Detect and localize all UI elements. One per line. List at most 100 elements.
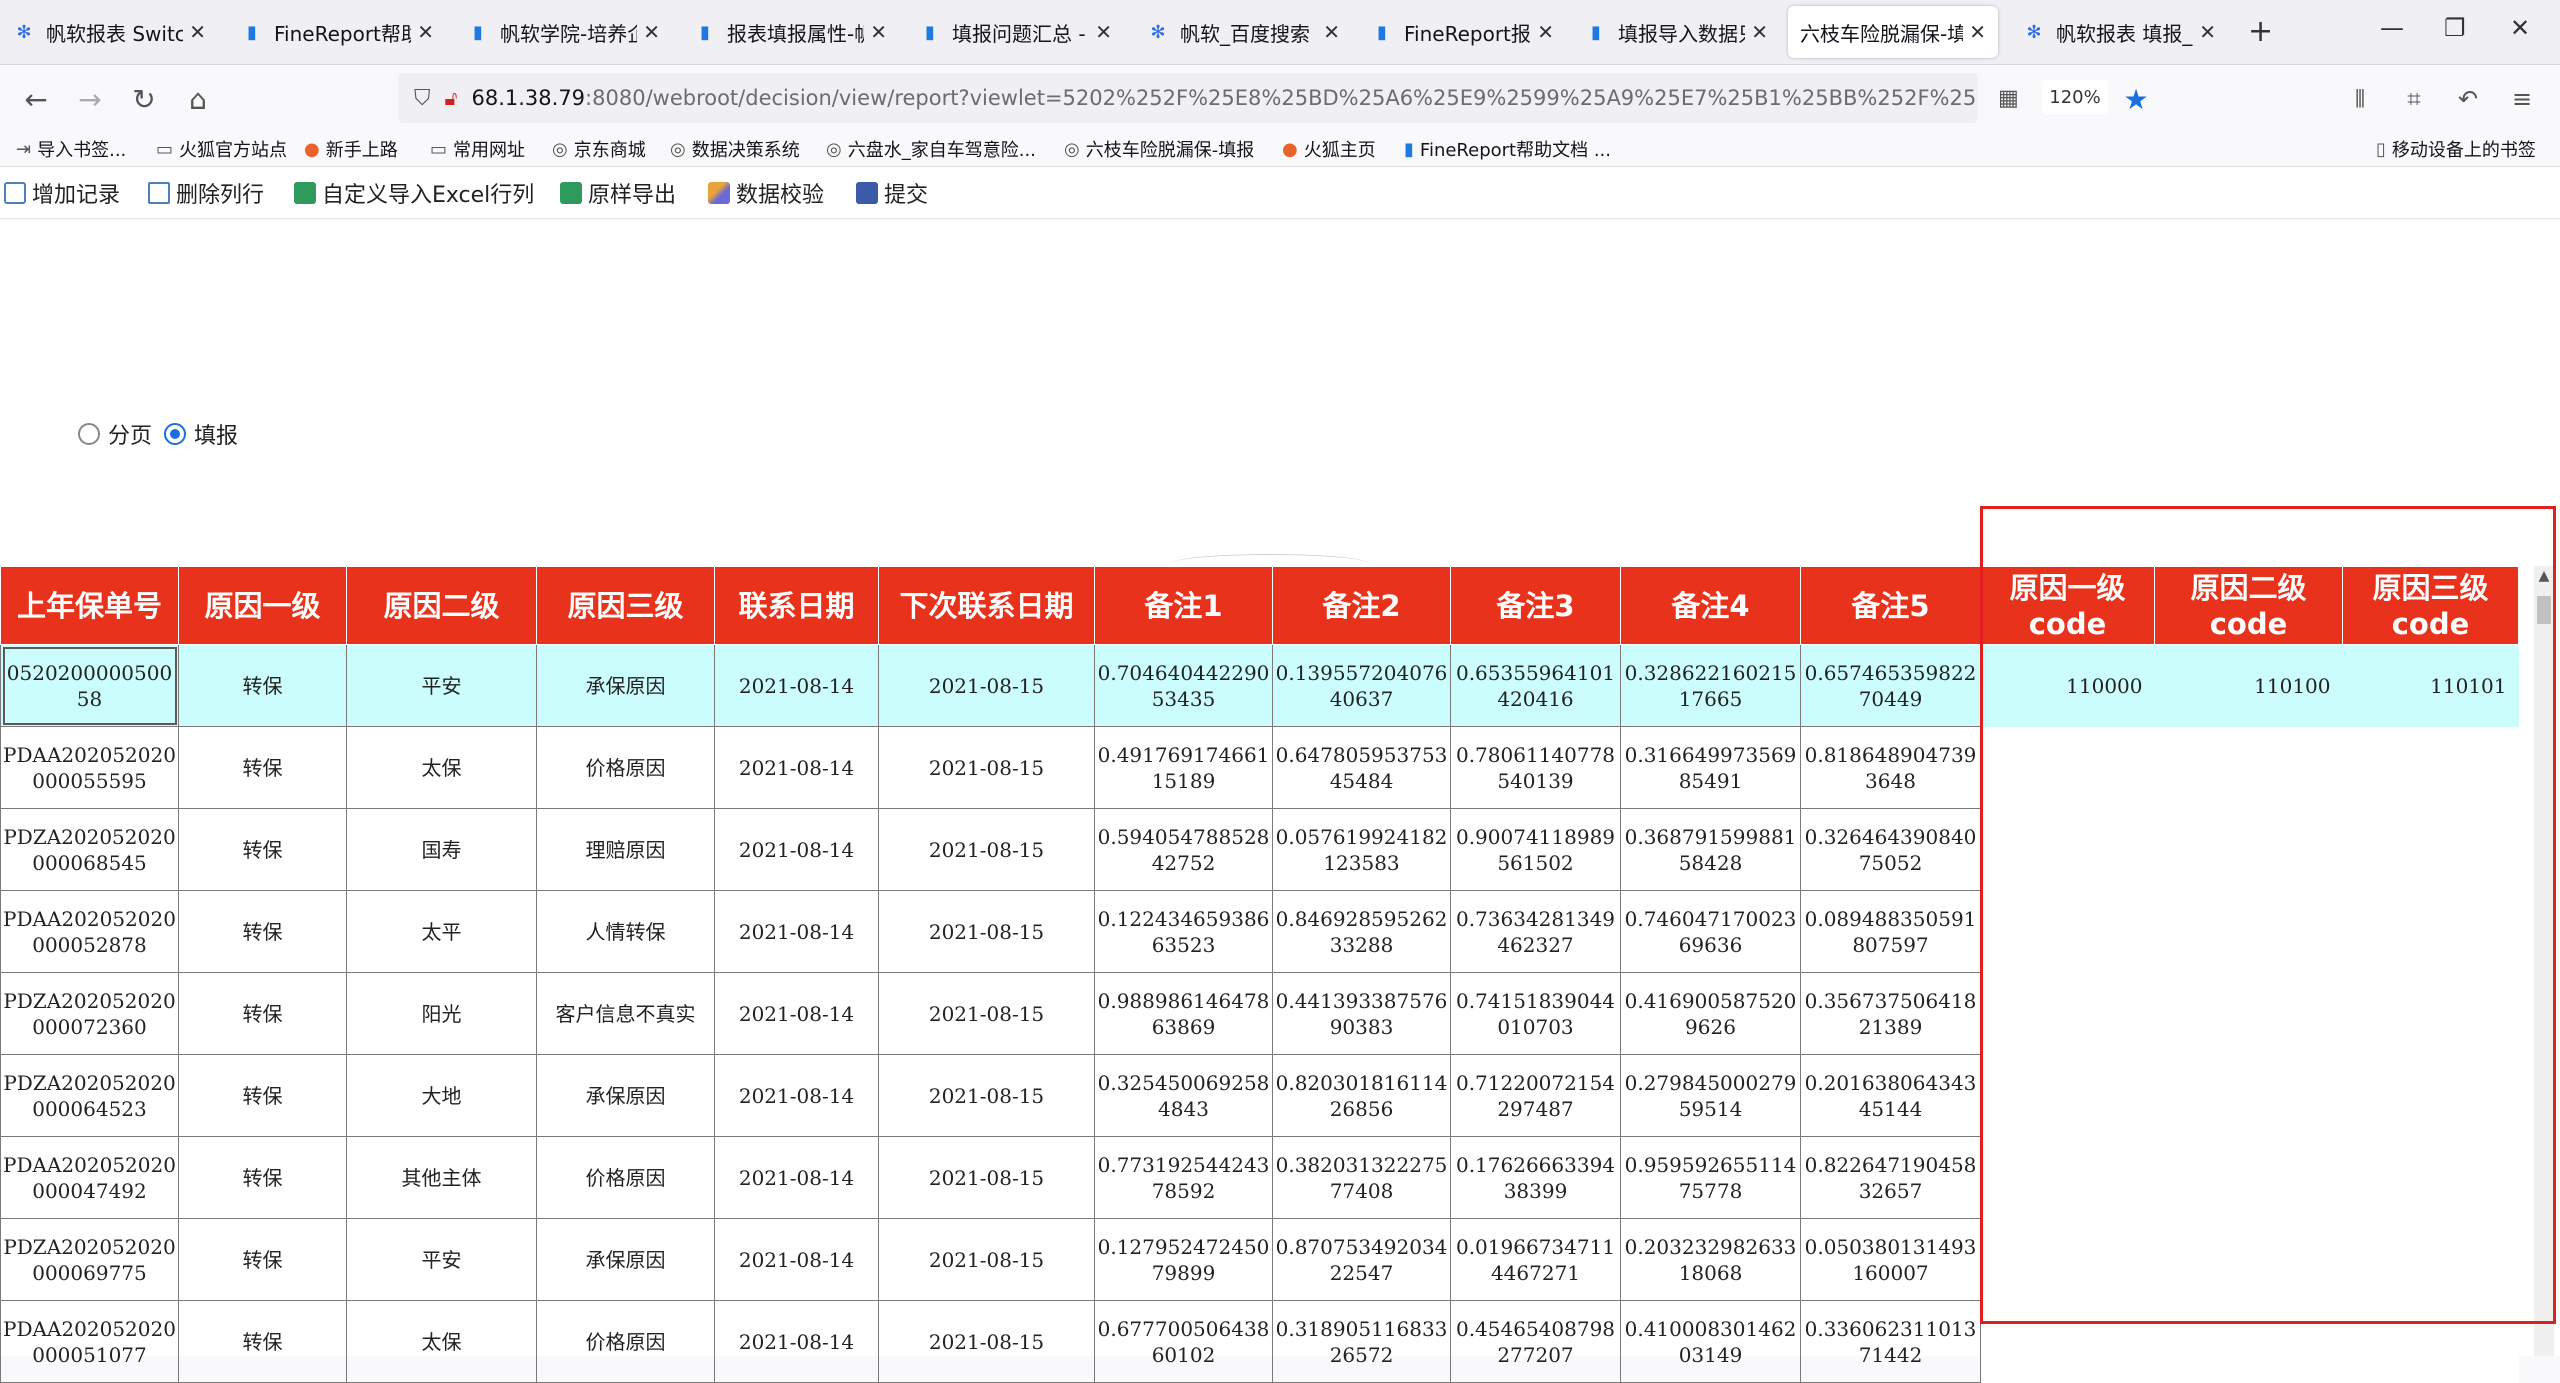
table-cell[interactable] bbox=[2342, 1218, 2519, 1301]
table-cell[interactable]: 0.77319254424378592 bbox=[1094, 1136, 1273, 1219]
table-cell[interactable]: 0.84692859526233288 bbox=[1272, 890, 1451, 973]
maximize-button[interactable]: ❐ bbox=[2444, 14, 2466, 42]
table-cell[interactable]: 0.057619924182123583 bbox=[1272, 808, 1451, 891]
table-cell[interactable]: 0.49176917466115189 bbox=[1094, 726, 1273, 809]
table-cell[interactable]: 0.13955720407640637 bbox=[1272, 644, 1451, 727]
close-tab-icon[interactable]: ✕ bbox=[417, 20, 434, 44]
table-cell[interactable]: 0.8226471904583265​7 bbox=[1800, 1136, 1981, 1219]
table-cell[interactable]: 2021-08-14 bbox=[714, 1054, 879, 1137]
table-cell[interactable]: 其他主体 bbox=[346, 1136, 537, 1219]
table-cell[interactable] bbox=[1980, 1300, 2155, 1383]
table-cell[interactable]: 0.12243465938663523 bbox=[1094, 890, 1273, 973]
table-cell[interactable]: 0.78061140778540139 bbox=[1450, 726, 1621, 809]
table-cell[interactable] bbox=[2342, 972, 2519, 1055]
table-cell[interactable]: 转保 bbox=[178, 1300, 347, 1383]
table-cell[interactable]: 国寿 bbox=[346, 808, 537, 891]
table-cell[interactable]: 2021-08-14 bbox=[714, 890, 879, 973]
table-cell[interactable]: PDZA202052020000068545 bbox=[0, 808, 179, 891]
table-cell[interactable] bbox=[2154, 808, 2343, 891]
table-cell[interactable]: 2021-08-15 bbox=[878, 890, 1095, 973]
bookmark-item[interactable]: ▭ 火狐官方站点 bbox=[156, 133, 287, 165]
submit-button[interactable]: 提交 bbox=[856, 175, 928, 211]
table-cell[interactable]: 0.65355964101420416 bbox=[1450, 644, 1621, 727]
page-mode-radio[interactable] bbox=[78, 423, 100, 445]
add-record-button[interactable]: 增加记录 bbox=[4, 175, 120, 211]
minimize-button[interactable]: — bbox=[2380, 14, 2404, 42]
table-cell[interactable]: 转保 bbox=[178, 1054, 347, 1137]
table-cell[interactable]: 客户信息不真实 bbox=[536, 972, 715, 1055]
table-cell[interactable] bbox=[1980, 890, 2155, 973]
address-bar[interactable]: ⛉ 🔓︎ 68.1.38.79 :8080/webroot/decision/v… bbox=[398, 73, 2019, 123]
table-cell[interactable]: PDAA202052020000052878 bbox=[0, 890, 179, 973]
table-cell[interactable] bbox=[1980, 1054, 2155, 1137]
table-cell[interactable]: 转保 bbox=[178, 1136, 347, 1219]
table-cell[interactable]: PDZA202052020000072360 bbox=[0, 972, 179, 1055]
table-cell[interactable]: 2021-08-15 bbox=[878, 1300, 1095, 1383]
table-cell[interactable]: 0.64780595375345484 bbox=[1272, 726, 1451, 809]
close-tab-icon[interactable]: ✕ bbox=[1323, 20, 1340, 44]
table-cell[interactable]: 0.71220072154297487 bbox=[1450, 1054, 1621, 1137]
table-cell[interactable] bbox=[1980, 1136, 2155, 1219]
table-vertical-scrollbar[interactable]: ▲ bbox=[2534, 566, 2554, 1356]
table-cell[interactable]: 转保 bbox=[178, 644, 347, 727]
bookmark-item[interactable]: ⇥ 导入书签... bbox=[16, 133, 126, 165]
browser-tab[interactable]: ✻ 帆软报表 填报_百✕ bbox=[2010, 6, 2228, 58]
table-cell[interactable]: 0.59405478852842752 bbox=[1094, 808, 1273, 891]
table-cell[interactable]: 阳光 bbox=[346, 972, 537, 1055]
table-cell[interactable]: 0.87075349203422547 bbox=[1272, 1218, 1451, 1301]
table-cell[interactable]: 110000 bbox=[1980, 644, 2155, 727]
table-cell[interactable]: 0.98898614647863869 bbox=[1094, 972, 1273, 1055]
table-cell[interactable]: 2021-08-15 bbox=[878, 644, 1095, 727]
table-cell[interactable]: 理赔原因 bbox=[536, 808, 715, 891]
new-tab-button[interactable]: + bbox=[2248, 14, 2273, 49]
table-cell[interactable] bbox=[2154, 1218, 2343, 1301]
table-cell[interactable]: 2021-08-15 bbox=[878, 1054, 1095, 1137]
bookmark-item[interactable]: ▯ 移动设备上的书签 bbox=[2376, 133, 2536, 165]
table-cell[interactable]: 2021-08-15 bbox=[878, 972, 1095, 1055]
table-cell[interactable]: 0.8186489047393648 bbox=[1800, 726, 1981, 809]
table-cell[interactable]: 2021-08-15 bbox=[878, 1136, 1095, 1219]
bookmark-item[interactable]: ▭ 常用网址 bbox=[430, 133, 525, 165]
table-cell[interactable]: PDZA202052020000069775 bbox=[0, 1218, 179, 1301]
browser-tab[interactable]: ▮ 报表填报属性-帆 ✕ bbox=[681, 6, 899, 58]
library-icon[interactable]: ⫴ bbox=[2340, 79, 2380, 119]
browser-tab[interactable]: ▮ 填报问题汇总 - F ✕ bbox=[906, 6, 1124, 58]
export-original-button[interactable]: 原样导出 bbox=[560, 175, 676, 211]
table-cell[interactable]: 0.31890511683326572 bbox=[1272, 1300, 1451, 1383]
table-cell[interactable]: 110100 bbox=[2154, 644, 2343, 727]
table-cell[interactable] bbox=[2342, 808, 2519, 891]
table-cell[interactable]: 0.27984500027959514 bbox=[1620, 1054, 1801, 1137]
table-cell[interactable]: 0.3567375064182138​9 bbox=[1800, 972, 1981, 1055]
table-cell[interactable]: 价格原因 bbox=[536, 1136, 715, 1219]
browser-tab[interactable]: ✻ 帆软_百度搜索 ✕ bbox=[1134, 6, 1352, 58]
table-cell[interactable]: 0.36879159988158428 bbox=[1620, 808, 1801, 891]
qr-code-icon[interactable]: ▦ bbox=[1998, 86, 2019, 111]
bookmark-star-icon[interactable]: ★ bbox=[2116, 79, 2156, 119]
table-cell[interactable]: 2021-08-15 bbox=[878, 726, 1095, 809]
table-cell[interactable]: 0.3360623110137144​2 bbox=[1800, 1300, 1981, 1383]
close-tab-icon[interactable]: ✕ bbox=[189, 20, 206, 44]
table-cell[interactable]: 2021-08-14 bbox=[714, 1218, 879, 1301]
fill-mode-radio[interactable] bbox=[164, 423, 187, 445]
table-cell[interactable]: 0.45465408798277207 bbox=[1450, 1300, 1621, 1383]
table-cell[interactable]: 2021-08-15 bbox=[878, 808, 1095, 891]
browser-tab[interactable]: 六枝车险脱漏保-填报✕ bbox=[1788, 6, 1998, 58]
home-icon[interactable]: ⌂ bbox=[178, 79, 218, 119]
import-excel-button[interactable]: 自定义导入Excel行列 bbox=[294, 175, 534, 211]
table-cell[interactable]: 2021-08-14 bbox=[714, 644, 879, 727]
scroll-up-icon[interactable]: ▲ bbox=[2534, 568, 2554, 588]
table-cell[interactable]: 0.70464044229053435 bbox=[1094, 644, 1273, 727]
table-cell[interactable]: PDAA202052020000055595 bbox=[0, 726, 179, 809]
table-cell[interactable]: 0.95959265511475778 bbox=[1620, 1136, 1801, 1219]
menu-icon[interactable]: ≡ bbox=[2502, 79, 2542, 119]
table-cell[interactable] bbox=[2154, 1300, 2343, 1383]
browser-tab[interactable]: ▮ FineReport帮助文✕ bbox=[228, 6, 446, 58]
table-cell[interactable]: 0.44139338757690383 bbox=[1272, 972, 1451, 1055]
table-cell[interactable]: PDAA202052020000047492 bbox=[0, 1136, 179, 1219]
table-cell[interactable]: 0.3254500692584843 bbox=[1094, 1054, 1273, 1137]
table-cell[interactable]: 0.4169005875209626 bbox=[1620, 972, 1801, 1055]
table-cell[interactable]: PDAA202052020000051077 bbox=[0, 1300, 179, 1383]
table-cell[interactable] bbox=[2154, 1054, 2343, 1137]
table-cell[interactable] bbox=[2154, 972, 2343, 1055]
bookmark-item[interactable]: ◎ 数据决策系统 bbox=[670, 133, 800, 165]
